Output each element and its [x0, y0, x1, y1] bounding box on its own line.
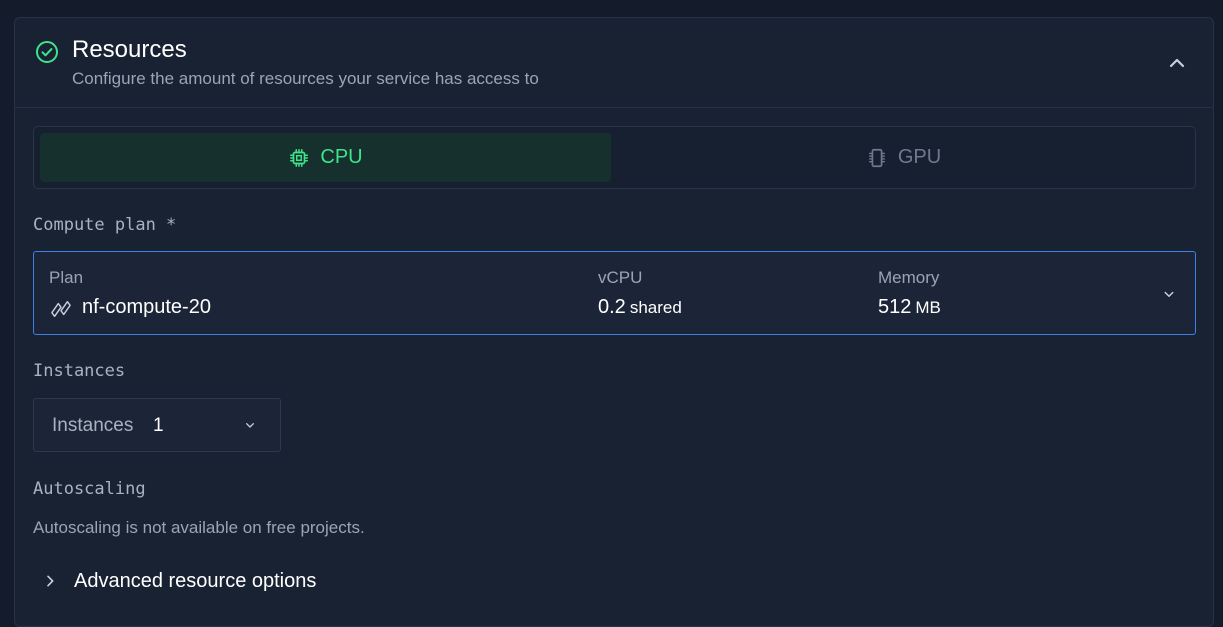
chevron-up-icon[interactable]	[1165, 51, 1189, 75]
memory-unit: MB	[915, 298, 941, 317]
resources-header[interactable]: Resources Configure the amount of resour…	[15, 18, 1213, 108]
advanced-resource-options-label: Advanced resource options	[74, 569, 317, 592]
section-subtitle: Configure the amount of resources your s…	[72, 69, 539, 88]
resource-type-toggle: CPU GPU	[33, 126, 1196, 189]
compute-plan-label: Compute plan *	[33, 215, 177, 235]
chevron-right-icon	[47, 575, 54, 587]
instances-value: 1	[153, 415, 164, 436]
vcpu-amount: 0.2	[598, 296, 626, 318]
memory-column-label: Memory	[878, 268, 940, 287]
tab-cpu[interactable]: CPU	[40, 133, 611, 182]
tab-gpu[interactable]: GPU	[618, 133, 1189, 182]
memory-amount: 512	[878, 296, 912, 318]
compute-plan-select[interactable]: Plan nf-compute-20 vCPU 0.2 shared Memory…	[33, 251, 1196, 335]
instances-label: Instances	[33, 361, 126, 381]
tab-gpu-label: GPU	[897, 146, 942, 168]
chip-icon	[290, 148, 309, 167]
instances-select[interactable]: Instances 1	[33, 398, 281, 452]
vcpu-value: 0.2 shared	[598, 296, 682, 319]
plan-column-label: Plan	[49, 268, 84, 287]
northflank-logo-icon	[51, 301, 71, 317]
autoscaling-label: Autoscaling	[33, 479, 146, 499]
chevron-down-icon	[246, 423, 254, 428]
advanced-resource-options-toggle[interactable]: Advanced resource options	[42, 567, 316, 595]
section-title: Resources	[72, 36, 187, 63]
autoscaling-note: Autoscaling is not available on free pro…	[33, 518, 365, 537]
resources-panel: Resources Configure the amount of resour…	[14, 17, 1214, 627]
plan-value: nf-compute-20	[82, 296, 211, 318]
vcpu-unit: shared	[629, 298, 682, 317]
gpu-card-icon	[868, 148, 885, 167]
check-circle-icon	[36, 41, 58, 63]
chevron-down-icon	[1164, 291, 1174, 297]
vcpu-column-label: vCPU	[598, 268, 643, 287]
memory-value: 512 MB	[878, 296, 941, 319]
instances-field-label: Instances	[52, 415, 134, 436]
tab-cpu-label: CPU	[320, 146, 363, 168]
